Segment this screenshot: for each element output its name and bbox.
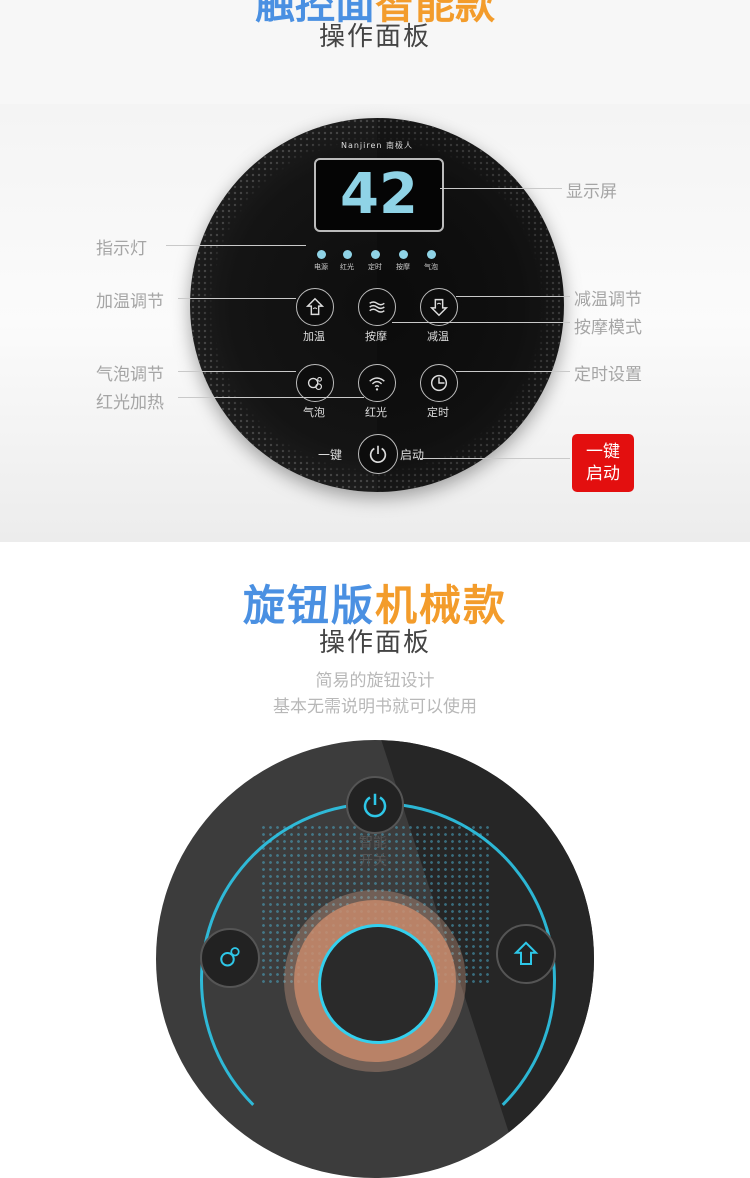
callout-line: [392, 322, 570, 323]
knob-bubble-button[interactable]: [200, 928, 260, 988]
indicator-red-light: 红光: [332, 250, 362, 272]
smart-switch-button[interactable]: [346, 776, 404, 834]
smart-switch-label-line1: 智能: [359, 835, 387, 851]
heat-down-button[interactable]: [420, 288, 458, 326]
top-subtitle: 操作面板: [318, 22, 431, 52]
timer-button[interactable]: [420, 364, 458, 402]
heat-up-button[interactable]: [296, 288, 334, 326]
knob-heat-button[interactable]: [496, 924, 556, 984]
indicator-light: [398, 250, 408, 259]
callout-line: [178, 397, 364, 398]
knob-section-subtitle: 操作面板: [318, 628, 431, 658]
callout-heat-up: 加温调节: [96, 292, 164, 312]
callout-indicator: 指示灯: [96, 239, 147, 259]
callout-bubble: 气泡调节: [96, 365, 164, 385]
heat-up-icon: [513, 941, 539, 965]
power-button[interactable]: [358, 434, 398, 474]
callout-line: [440, 188, 562, 189]
digital-display: 42: [314, 158, 444, 232]
heat-up-label: 加温: [303, 330, 325, 343]
touch-control-panel: Nanjiren 南极人 42 电源 红光 定时 按摩 气泡 加温 按摩 减温 …: [190, 118, 564, 492]
knob-description-line2: 基本无需说明书就可以使用: [273, 697, 477, 717]
knob-description-line1: 简易的旋钮设计: [315, 671, 435, 691]
clock-icon: [430, 374, 448, 392]
red-light-label: 红光: [365, 406, 387, 419]
smart-switch-label-line2: 开关: [359, 853, 387, 869]
massage-button[interactable]: [358, 288, 396, 326]
callout-heat-down: 减温调节: [574, 290, 642, 310]
wifi-icon: [369, 377, 385, 391]
callout-line: [166, 245, 306, 246]
indicator-light: [342, 250, 352, 259]
wave-icon: [369, 301, 385, 313]
callout-timer: 定时设置: [574, 365, 642, 385]
power-label-right: 启动: [400, 448, 425, 462]
indicator-light: [426, 250, 436, 259]
callout-line: [420, 458, 570, 459]
indicator-light: [370, 250, 380, 259]
indicator-massage: 按摩: [388, 250, 418, 272]
bubble-label: 气泡: [303, 406, 325, 419]
bubble-icon: [220, 947, 240, 967]
bubble-icon: [307, 376, 323, 391]
display-value: 42: [340, 162, 418, 227]
heat-up-icon: [305, 297, 325, 316]
indicator-light: [316, 250, 326, 259]
power-icon: [363, 793, 387, 818]
timer-label: 定时: [427, 406, 449, 419]
callout-display: 显示屏: [566, 182, 617, 202]
callout-line: [456, 296, 570, 297]
heat-down-icon: [429, 298, 449, 317]
callout-line: [178, 371, 296, 372]
brand-logo: Nanjiren 南极人: [340, 141, 414, 150]
power-label-left: 一键: [318, 448, 343, 462]
massage-label: 按摩: [365, 330, 387, 343]
callout-line: [178, 298, 296, 299]
rotary-knob[interactable]: [318, 924, 438, 1044]
callout-massage-mode: 按摩模式: [574, 318, 642, 338]
top-header: 触控面智能款 操作面板: [0, 0, 750, 104]
callout-line: [456, 371, 570, 372]
indicator-timer: 定时: [360, 250, 390, 272]
indicator-bubble: 气泡: [416, 250, 446, 272]
heat-down-label: 减温: [427, 330, 449, 343]
power-icon: [369, 445, 387, 464]
callout-red-light: 红光加热: [96, 393, 164, 413]
knob-control-panel: 智能 开关: [156, 740, 594, 1178]
one-click-start-badge: 一键 启动: [572, 434, 634, 492]
